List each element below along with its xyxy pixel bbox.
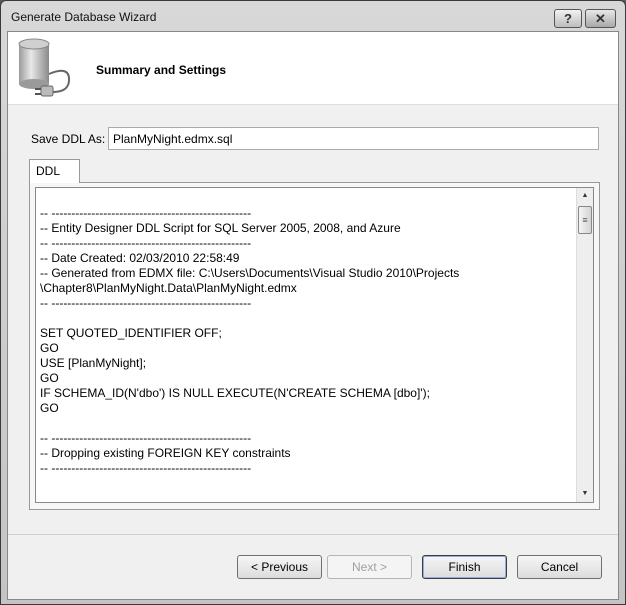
window-title: Generate Database Wizard bbox=[11, 10, 157, 24]
ddl-line: -- -------------------------------------… bbox=[40, 461, 252, 475]
ddl-line: -- -------------------------------------… bbox=[40, 236, 252, 250]
ddl-text-area[interactable]: -- -------------------------------------… bbox=[35, 187, 594, 503]
previous-button[interactable]: < Previous bbox=[237, 555, 322, 579]
ddl-line bbox=[40, 416, 570, 431]
tab-ddl[interactable]: DDL bbox=[29, 159, 80, 183]
ddl-line: -- Dropping existing FOREIGN KEY constra… bbox=[40, 446, 291, 460]
finish-button[interactable]: Finish bbox=[422, 555, 507, 579]
scroll-up-arrow-icon[interactable]: ▲ bbox=[577, 188, 593, 204]
database-plug-icon bbox=[18, 38, 71, 97]
save-ddl-input[interactable] bbox=[108, 127, 599, 150]
close-button[interactable]: ✕ bbox=[585, 9, 616, 28]
ddl-line: GO bbox=[40, 401, 59, 415]
ddl-line: -- Entity Designer DDL Script for SQL Se… bbox=[40, 221, 401, 235]
scroll-down-arrow-icon[interactable]: ▼ bbox=[577, 486, 593, 502]
help-button[interactable]: ? bbox=[554, 9, 582, 28]
ddl-script: -- -------------------------------------… bbox=[40, 191, 570, 476]
vertical-scrollbar[interactable]: ▲ ≡ ▼ bbox=[576, 188, 593, 502]
ddl-line bbox=[40, 191, 570, 206]
wizard-window: Generate Database Wizard ? ✕ Summary and… bbox=[0, 0, 626, 605]
ddl-line: GO bbox=[40, 371, 59, 385]
save-ddl-label: Save DDL As: bbox=[31, 132, 106, 146]
ddl-line: USE [PlanMyNight]; bbox=[40, 356, 147, 370]
wizard-header: Summary and Settings bbox=[8, 32, 618, 105]
ddl-line: -- Generated from EDMX file: C:\Users\Do… bbox=[40, 266, 460, 280]
ddl-line: SET QUOTED_IDENTIFIER OFF; bbox=[40, 326, 222, 340]
wizard-client: Summary and Settings Save DDL As: DDL --… bbox=[7, 31, 619, 600]
scroll-thumb[interactable]: ≡ bbox=[578, 206, 592, 234]
page-title: Summary and Settings bbox=[96, 63, 227, 77]
ddl-line: -- Date Created: 02/03/2010 22:58:49 bbox=[40, 251, 240, 265]
ddl-line: -- -------------------------------------… bbox=[40, 296, 252, 310]
cancel-button[interactable]: Cancel bbox=[517, 555, 602, 579]
ddl-line: IF SCHEMA_ID(N'dbo') IS NULL EXECUTE(N'C… bbox=[40, 386, 430, 400]
ddl-line: \Chapter8\PlanMyNight.Data\PlanMyNight.e… bbox=[40, 281, 297, 295]
ddl-line: -- -------------------------------------… bbox=[40, 431, 252, 445]
next-button[interactable]: Next > bbox=[327, 555, 412, 579]
separator bbox=[8, 534, 618, 535]
ddl-line: -- -------------------------------------… bbox=[40, 206, 252, 220]
ddl-line: GO bbox=[40, 341, 59, 355]
ddl-panel: -- -------------------------------------… bbox=[29, 182, 600, 510]
ddl-line bbox=[40, 311, 570, 326]
